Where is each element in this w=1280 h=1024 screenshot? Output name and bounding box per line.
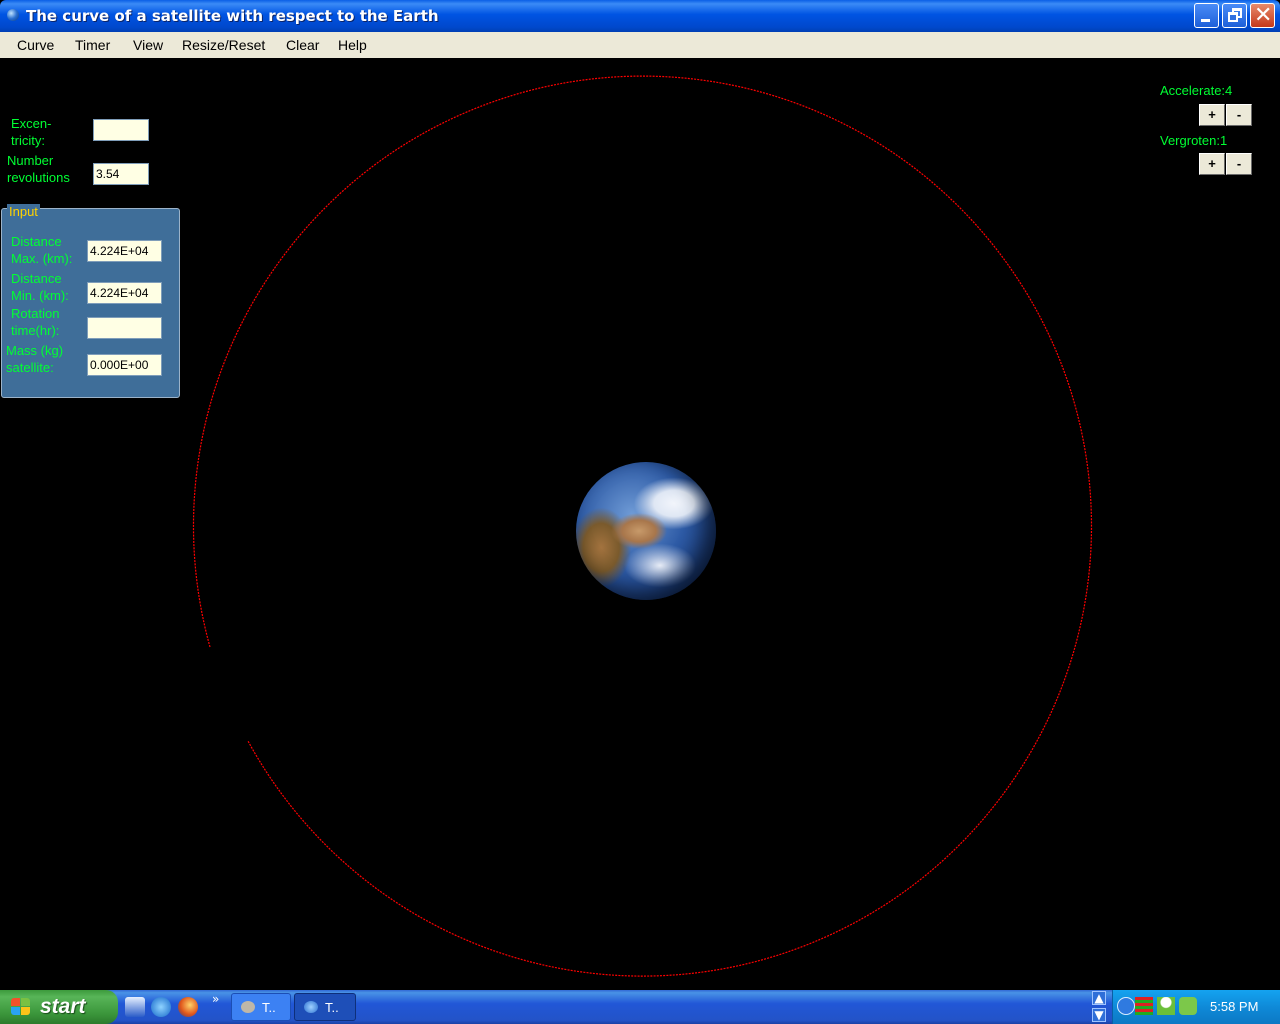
menu-resize-reset[interactable]: Resize/Reset — [182, 37, 265, 53]
start-button[interactable]: start — [0, 990, 118, 1024]
app-icon — [7, 9, 19, 21]
rotation-time-label: Rotation time(hr): — [11, 306, 60, 338]
task2-earth-icon — [304, 1001, 318, 1013]
menu-curve[interactable]: Curve — [17, 37, 54, 53]
revolutions-field[interactable]: 3.54 — [93, 163, 149, 185]
input-group-legend: Input — [7, 204, 40, 219]
taskbar-item-1[interactable]: T.. — [231, 993, 291, 1021]
firefox-icon[interactable] — [178, 997, 198, 1017]
vergroten-plus-button[interactable]: + — [1199, 153, 1225, 175]
window-title: The curve of a satellite with respect to… — [26, 7, 439, 25]
accelerate-label: Accelerate:4 — [1160, 83, 1233, 98]
quicklaunch-app-icon[interactable] — [125, 997, 145, 1017]
minimize-icon — [1201, 19, 1210, 22]
accelerate-plus-button[interactable]: + — [1199, 104, 1225, 126]
menu-help[interactable]: Help — [338, 37, 367, 53]
start-label: start — [40, 995, 86, 1018]
distance-max-field[interactable]: 4.224E+04 — [87, 240, 162, 262]
distance-max-label: Distance Max. (km): — [11, 234, 73, 266]
distance-min-field[interactable]: 4.224E+04 — [87, 282, 162, 304]
close-icon: ✕ — [1254, 3, 1273, 28]
earth-image — [576, 462, 716, 600]
task1-icon — [241, 1001, 255, 1013]
tray-expand-icon[interactable] — [1117, 997, 1135, 1015]
tray-security-icon[interactable] — [1179, 997, 1197, 1015]
task1-label: T.. — [262, 1000, 276, 1015]
restore-button[interactable] — [1222, 3, 1247, 28]
windows-logo-icon — [11, 998, 31, 1016]
restore-icon — [1228, 12, 1238, 22]
rotation-time-field[interactable] — [87, 317, 162, 339]
taskbar: start » T.. T.. ▲ ▼ 5:58 PM — [0, 990, 1280, 1024]
menu-bar: Curve Timer View Resize/Reset Clear Help — [0, 32, 1280, 58]
orbit-canvas: Excen- tricity: Number revolutions 3.54 … — [0, 58, 1280, 990]
task2-label: T.. — [325, 1000, 339, 1015]
distance-min-label: Distance Min. (km): — [11, 271, 69, 303]
menu-timer[interactable]: Timer — [75, 37, 110, 53]
minimize-button[interactable] — [1194, 3, 1219, 28]
clock: 5:58 PM — [1210, 999, 1259, 1014]
scroll-up-icon[interactable]: ▲ — [1092, 991, 1106, 1005]
vergroten-label: Vergroten:1 — [1160, 133, 1228, 148]
close-button[interactable]: ✕ — [1250, 3, 1275, 28]
vergroten-minus-button[interactable]: - — [1226, 153, 1252, 175]
taskbar-item-2[interactable]: T.. — [294, 993, 356, 1021]
mass-satellite-field[interactable]: 0.000E+00 — [87, 354, 162, 376]
tray-user-icon[interactable] — [1157, 997, 1175, 1015]
eccentricity-label: Excen- tricity: — [11, 116, 52, 148]
menu-clear[interactable]: Clear — [286, 37, 319, 53]
tray-meter-icon[interactable] — [1135, 997, 1153, 1015]
eccentricity-field[interactable] — [93, 119, 149, 141]
scroll-down-icon[interactable]: ▼ — [1092, 1008, 1106, 1022]
revolutions-label: Number revolutions — [7, 153, 70, 185]
quicklaunch-more-icon[interactable]: » — [212, 992, 219, 1006]
title-bar[interactable]: The curve of a satellite with respect to… — [0, 0, 1280, 32]
internet-explorer-icon[interactable] — [151, 997, 171, 1017]
accelerate-minus-button[interactable]: - — [1226, 104, 1252, 126]
mass-satellite-label: Mass (kg) satellite: — [6, 343, 64, 375]
menu-view[interactable]: View — [133, 37, 163, 53]
